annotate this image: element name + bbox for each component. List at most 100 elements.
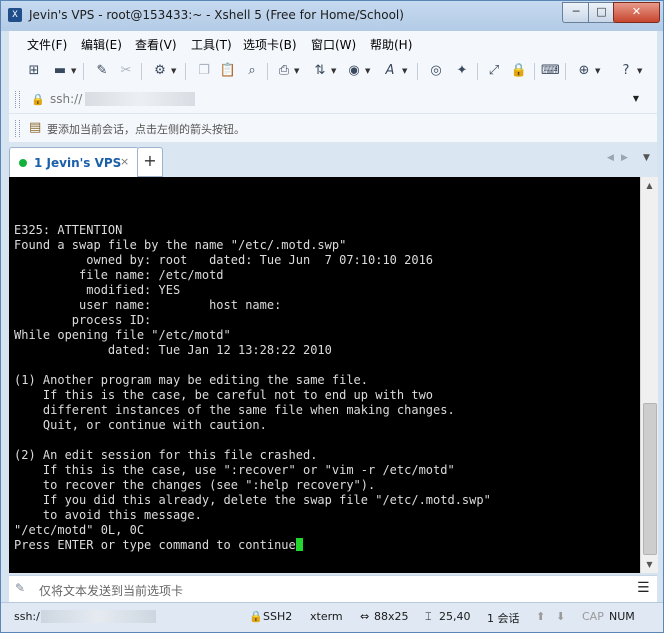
menu-view[interactable]: 查看(V) bbox=[135, 36, 177, 53]
status-sessions: 1 会话 bbox=[487, 612, 520, 625]
help-icon[interactable]: ? bbox=[617, 62, 635, 80]
print-icon[interactable]: ⎙ bbox=[275, 62, 293, 80]
terminal-output: E325: ATTENTION Found a swap file by the … bbox=[14, 223, 491, 553]
address-dropdown-icon[interactable]: ▼ bbox=[633, 94, 639, 103]
menu-file[interactable]: 文件(F) bbox=[27, 36, 67, 53]
open-dropdown-icon[interactable]: ▼ bbox=[71, 67, 76, 75]
drag-handle[interactable] bbox=[15, 91, 20, 108]
terminal-line: dated: Tue Jan 12 13:28:22 2010 bbox=[14, 343, 332, 357]
toolbar: ⊞ ▬ ▼ ✎ ✂ ⚙ ▼ ❐ 📋 ⌕ ⎙ ▼ ⇅ ▼ ◉ ▼ A ▼ ◎ ✦ … bbox=[9, 57, 657, 87]
copy-icon[interactable]: ❐ bbox=[195, 62, 213, 80]
lock-icon: 🔒 bbox=[31, 93, 45, 106]
status-lock-icon: 🔒 bbox=[249, 610, 263, 623]
scroll-down-icon[interactable]: ▼ bbox=[641, 556, 658, 573]
terminal-line: to avoid this message. bbox=[14, 508, 202, 522]
properties-dropdown-icon[interactable]: ▼ bbox=[171, 67, 176, 75]
status-size: 88x25 bbox=[374, 610, 409, 623]
title-bar[interactable]: X Jevin's VPS - root@153433:~ - Xshell 5… bbox=[1, 1, 663, 31]
font-icon[interactable]: A bbox=[381, 62, 399, 80]
xmanager-icon[interactable]: ✦ bbox=[453, 62, 471, 80]
add-icon[interactable]: ⊕ bbox=[575, 62, 593, 80]
keyboard-icon[interactable]: ⌨ bbox=[541, 62, 560, 80]
terminal-line: to recover the changes (see ":help recov… bbox=[14, 478, 376, 492]
session-hint-bar: ▤ 要添加当前会话，点击左侧的箭头按钮。 bbox=[9, 114, 657, 143]
menu-bar: 文件(F) 编辑(E) 查看(V) 工具(T) 选项卡(B) 窗口(W) 帮助(… bbox=[9, 31, 657, 58]
scrollbar-thumb[interactable] bbox=[643, 403, 657, 555]
find-icon[interactable]: ⌕ bbox=[243, 62, 261, 80]
add-dropdown-icon[interactable]: ▼ bbox=[595, 67, 600, 75]
compose-input[interactable]: 仅将文本发送到当前选项卡 bbox=[39, 582, 183, 599]
transfer-icon[interactable]: ⇅ bbox=[311, 62, 329, 80]
terminal-line: user name: host name: bbox=[14, 298, 282, 312]
status-cursor-icon: ⌶ bbox=[425, 610, 432, 623]
terminal-scrollbar[interactable]: ▲ ▼ bbox=[640, 177, 658, 573]
toolbar-separator bbox=[565, 63, 566, 80]
print-dropdown-icon[interactable]: ▼ bbox=[294, 67, 299, 75]
xshell-window: X Jevin's VPS - root@153433:~ - Xshell 5… bbox=[0, 0, 664, 633]
terminal-line: If this is the case, use ":recover" or "… bbox=[14, 463, 455, 477]
globe-icon[interactable]: ◉ bbox=[345, 62, 363, 80]
tab-prev-icon[interactable]: ◀ bbox=[607, 153, 614, 163]
terminal-line: Quit, or continue with caution. bbox=[14, 418, 267, 432]
xftp-icon[interactable]: ◎ bbox=[427, 62, 445, 80]
paste-icon[interactable]: 📋 bbox=[219, 62, 237, 80]
connection-status-icon bbox=[19, 159, 27, 167]
terminal-screen[interactable]: E325: ATTENTION Found a swap file by the … bbox=[9, 177, 640, 573]
menu-tools[interactable]: 工具(T) bbox=[191, 36, 232, 53]
terminal-line: (2) An edit session for this file crashe… bbox=[14, 448, 318, 462]
menu-tabs[interactable]: 选项卡(B) bbox=[243, 36, 297, 53]
connect-icon[interactable]: ✎ bbox=[93, 62, 111, 80]
menu-help[interactable]: 帮助(H) bbox=[370, 36, 412, 53]
session-bookmark-icon[interactable]: ▤ bbox=[29, 120, 41, 135]
font-dropdown-icon[interactable]: ▼ bbox=[402, 67, 407, 75]
terminal-line: If this is the case, be careful not to e… bbox=[14, 388, 434, 402]
status-size-icon: ⇔ bbox=[360, 610, 370, 623]
minimize-button[interactable]: ─ bbox=[562, 2, 589, 23]
xshell-app-icon: X bbox=[8, 8, 22, 22]
disconnect-icon[interactable]: ✂ bbox=[117, 62, 135, 80]
address-input[interactable]: ssh:// bbox=[50, 92, 82, 106]
window-title: Jevin's VPS - root@153433:~ - Xshell 5 (… bbox=[29, 8, 404, 22]
compose-menu-icon[interactable]: ☰ bbox=[637, 580, 650, 596]
transfer-dropdown-icon[interactable]: ▼ bbox=[331, 67, 336, 75]
status-num: NUM bbox=[609, 610, 635, 623]
terminal-line: If you did this already, delete the swap… bbox=[14, 493, 491, 507]
terminal-line: file name: /etc/motd bbox=[14, 268, 224, 282]
menu-edit[interactable]: 编辑(E) bbox=[81, 36, 122, 53]
tab-label: 1 Jevin's VPS bbox=[34, 156, 122, 170]
scroll-up-icon[interactable]: ▲ bbox=[641, 177, 658, 194]
status-cursor-position: 25,40 bbox=[439, 610, 471, 623]
terminal-line: owned by: root dated: Tue Jun 7 07:10:10… bbox=[14, 253, 434, 267]
status-host-redacted bbox=[41, 610, 156, 623]
toolbar-separator bbox=[141, 63, 142, 80]
tab-next-icon[interactable]: ▶ bbox=[621, 153, 628, 163]
address-bar: 🔒 ssh:// ▼ bbox=[9, 86, 657, 114]
compose-icon[interactable]: ✎ bbox=[15, 581, 25, 595]
address-redacted bbox=[85, 92, 195, 106]
tab-list-icon[interactable]: ▼ bbox=[643, 153, 650, 163]
menu-window[interactable]: 窗口(W) bbox=[311, 36, 356, 53]
new-session-icon[interactable]: ⊞ bbox=[25, 62, 43, 80]
open-folder-icon[interactable]: ▬ bbox=[51, 62, 69, 80]
lock-icon[interactable]: 🔒 bbox=[510, 62, 528, 80]
terminal-line: modified: YES bbox=[14, 283, 181, 297]
globe-dropdown-icon[interactable]: ▼ bbox=[365, 67, 370, 75]
status-connection: ssh:/ bbox=[14, 610, 40, 623]
help-dropdown-icon[interactable]: ▼ bbox=[637, 67, 642, 75]
tab-jevins-vps[interactable]: 1 Jevin's VPS × bbox=[9, 147, 139, 178]
terminal-line: process ID: bbox=[14, 313, 152, 327]
close-button[interactable]: ✕ bbox=[613, 2, 660, 23]
toolbar-separator bbox=[534, 63, 535, 80]
tab-close-icon[interactable]: × bbox=[120, 155, 129, 168]
status-scroll-down-icon[interactable]: ⬇ bbox=[556, 610, 565, 623]
status-bar: ssh:/ 🔒 SSH2 xterm ⇔ 88x25 ⌶ 25,40 1 会话 … bbox=[1, 602, 663, 632]
drag-handle[interactable] bbox=[15, 120, 20, 137]
maximize-button[interactable]: □ bbox=[588, 2, 615, 23]
new-tab-button[interactable]: + bbox=[137, 147, 163, 177]
properties-icon[interactable]: ⚙ bbox=[151, 62, 169, 80]
fullscreen-icon[interactable]: ⤢ bbox=[485, 62, 503, 80]
toolbar-separator bbox=[185, 63, 186, 80]
status-scroll-up-icon[interactable]: ⬆ bbox=[536, 610, 545, 623]
